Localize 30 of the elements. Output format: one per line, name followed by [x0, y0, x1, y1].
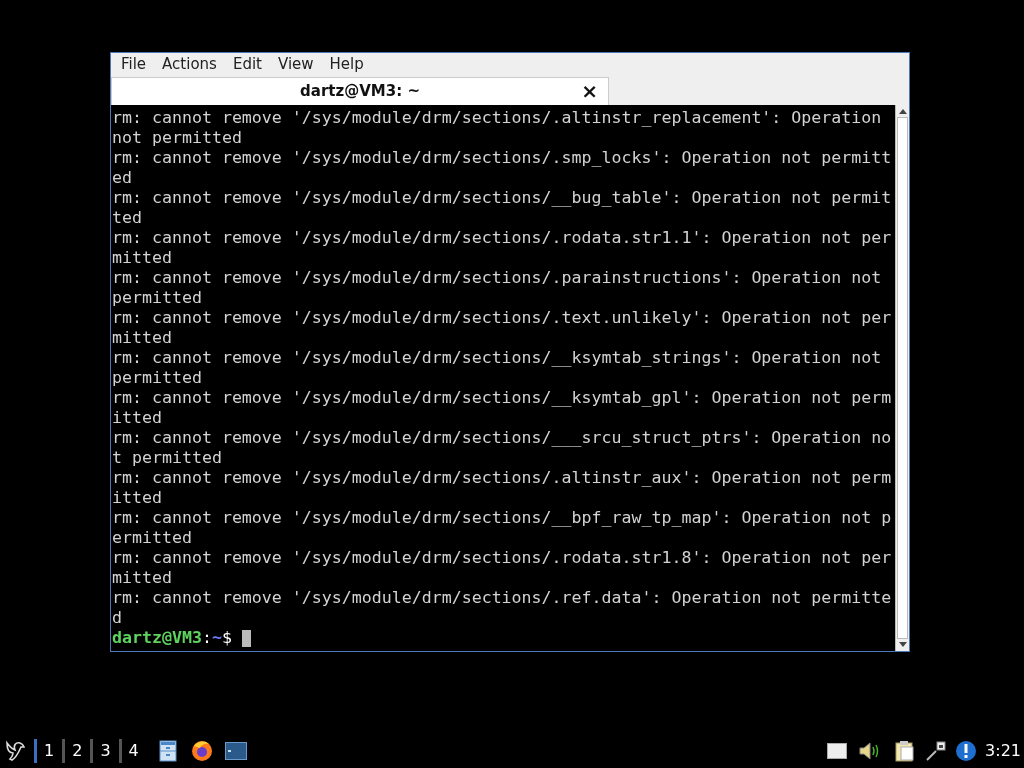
workspace-button[interactable]: 4: [118, 739, 147, 763]
close-tab-button[interactable]: ×: [581, 80, 598, 102]
network-plug-icon[interactable]: [925, 740, 948, 762]
prompt-symbol: $: [221, 628, 232, 648]
prompt-user-host: dartz@VM3: [112, 628, 202, 648]
menu-item[interactable]: File: [113, 52, 155, 76]
scroll-up-icon[interactable]: [898, 109, 907, 114]
prompt-separator: :: [201, 628, 212, 648]
alert-icon[interactable]: [955, 740, 978, 762]
clock: 3:21: [985, 740, 1021, 762]
terminal-icon[interactable]: [224, 742, 247, 760]
drive-icon[interactable]: [827, 743, 848, 759]
browser-globe-icon[interactable]: [190, 740, 213, 762]
menu-item[interactable]: View: [269, 52, 322, 76]
menu-item[interactable]: Edit: [224, 52, 270, 76]
bird-logo-icon[interactable]: [4, 739, 26, 763]
workspace-button[interactable]: 3: [90, 739, 119, 763]
text-cursor: [241, 629, 251, 647]
terminal-output-line: rm: cannot remove '/sys/module/drm/sections/.ref.data': Operation not permitted: [112, 588, 892, 628]
scroll-down-icon[interactable]: [898, 642, 907, 647]
file-cabinet-icon[interactable]: [158, 740, 177, 762]
scrollbar[interactable]: [895, 105, 909, 651]
workspace-button[interactable]: 2: [62, 739, 91, 763]
scrollbar-thumb[interactable]: [897, 117, 908, 639]
terminal-tab[interactable]: dartz@VM3: ~ ×: [111, 77, 609, 105]
clipboard-icon[interactable]: [895, 740, 916, 762]
workspace-button[interactable]: 1: [34, 739, 63, 763]
menu-item[interactable]: Actions: [154, 52, 225, 76]
menu-item[interactable]: Help: [321, 52, 372, 76]
prompt-path: ~: [211, 628, 222, 648]
